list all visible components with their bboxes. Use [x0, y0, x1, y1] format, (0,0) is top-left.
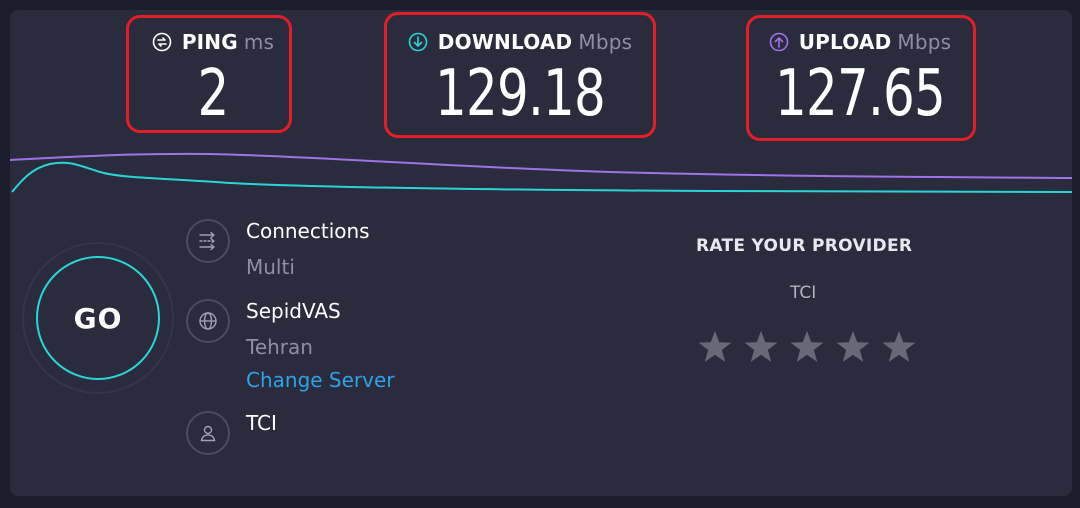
star-icon[interactable] [742, 328, 780, 366]
upload-unit: Mbps [897, 30, 952, 54]
ping-header: PING ms [128, 30, 298, 54]
star-icon[interactable] [880, 328, 918, 366]
upload-arrow-icon [769, 32, 789, 52]
speed-graph [10, 152, 1072, 193]
upload-graph-line [10, 152, 1072, 179]
download-header: DOWNLOAD Mbps [384, 30, 656, 54]
connections-value: Multi [246, 255, 295, 279]
user-icon [186, 411, 230, 455]
download-value: 129.18 [435, 57, 606, 131]
upload-header: UPLOAD Mbps [746, 30, 974, 54]
rating-stars [696, 328, 918, 366]
download-unit: Mbps [578, 30, 633, 54]
star-icon[interactable] [834, 328, 872, 366]
upload-metric: UPLOAD Mbps 127.65 [746, 10, 974, 140]
star-icon[interactable] [696, 328, 734, 366]
ping-metric: PING ms 2 [128, 10, 298, 140]
connections-title: Connections [246, 219, 370, 243]
upload-value: 127.65 [775, 57, 946, 131]
isp-name: TCI [246, 411, 277, 435]
rate-provider-name: TCI [790, 283, 817, 303]
go-button-ring: GO [22, 242, 174, 394]
ping-value: 2 [197, 57, 230, 131]
ping-icon [152, 32, 172, 52]
go-button[interactable]: GO [36, 256, 160, 380]
download-label: DOWNLOAD [437, 30, 573, 54]
server-location: Tehran [246, 335, 313, 359]
download-metric: DOWNLOAD Mbps 129.18 [384, 10, 656, 140]
upload-label: UPLOAD [798, 30, 892, 54]
speedtest-panel: PING ms 2 DOWNLOAD Mbps 129.18 UPLOAD Mb… [10, 10, 1072, 496]
change-server-link[interactable]: Change Server [246, 368, 395, 392]
rate-provider-title: RATE YOUR PROVIDER [696, 236, 913, 256]
ping-unit: ms [243, 30, 275, 54]
star-icon[interactable] [788, 328, 826, 366]
globe-icon [186, 299, 230, 343]
connections-icon[interactable] [186, 219, 230, 263]
download-arrow-icon [408, 32, 428, 52]
ping-label: PING [181, 30, 238, 54]
server-name: SepidVAS [246, 299, 341, 323]
